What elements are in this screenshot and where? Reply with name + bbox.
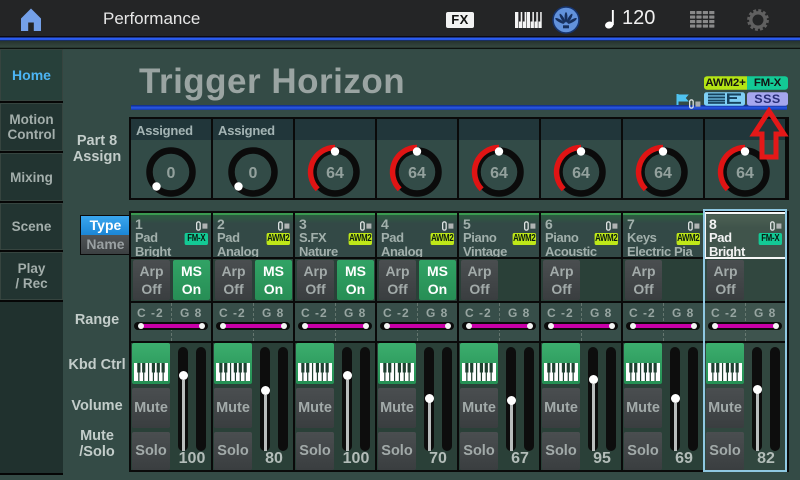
svg-text:64: 64	[326, 165, 344, 182]
svg-text:64: 64	[408, 165, 426, 182]
svg-text:0: 0	[249, 165, 258, 182]
svg-text:64: 64	[736, 165, 754, 182]
svg-text:0: 0	[167, 165, 176, 182]
svg-text:64: 64	[654, 165, 672, 182]
svg-text:64: 64	[490, 165, 508, 182]
svg-text:64: 64	[572, 165, 590, 182]
